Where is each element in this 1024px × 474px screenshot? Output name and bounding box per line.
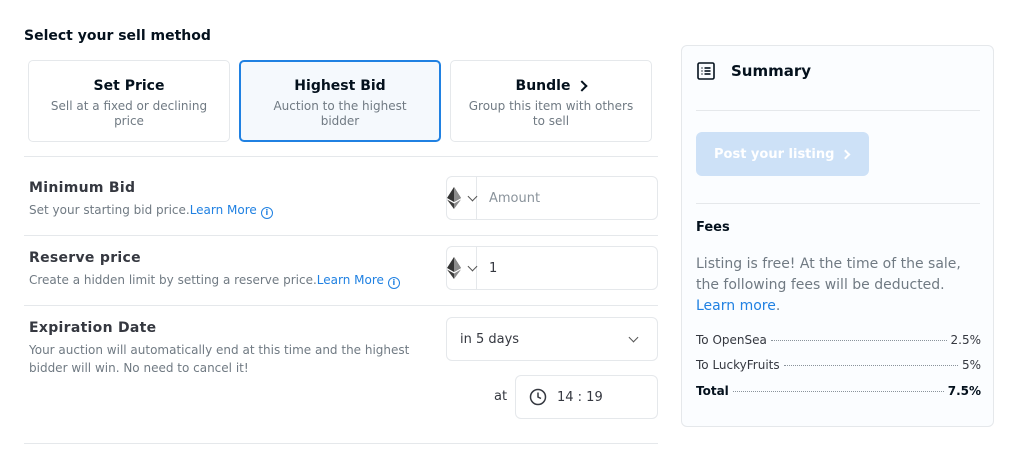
summary-panel: Summary Post your listing Fees Listing i…: [681, 45, 994, 427]
reserve-price-amount-input[interactable]: [477, 247, 659, 289]
post-listing-button[interactable]: Post your listing: [696, 132, 869, 176]
fees-description: Listing is free! At the time of the sale…: [696, 256, 961, 314]
sell-method-options: Set Price Sell at a fixed or declining p…: [28, 60, 652, 142]
minimum-bid-learn-more-link[interactable]: Learn More: [190, 203, 257, 217]
fees-title: Fees: [696, 220, 730, 235]
expiration-selected-value: in 5 days: [460, 331, 520, 347]
minimum-bid-desc: Set your starting bid price.Learn More i: [29, 201, 273, 219]
reserve-price-title: Reserve price: [29, 250, 141, 266]
fee-label: Total: [696, 384, 729, 398]
set-price-title: Set Price: [93, 78, 165, 94]
bundle-title: Bundle: [515, 78, 571, 94]
chevron-right-icon: [576, 80, 589, 92]
minimum-bid-input-group: [446, 176, 659, 220]
divider: [24, 443, 658, 444]
chevron-right-icon: [840, 149, 851, 159]
minimum-bid-amount-input[interactable]: [477, 177, 659, 219]
method-title: Highest Bid: [294, 78, 385, 94]
info-icon[interactable]: i: [260, 207, 273, 219]
reserve-price-learn-more-link[interactable]: Learn More: [317, 273, 384, 287]
list-icon: [697, 62, 715, 80]
expiration-time-input[interactable]: 14 : 19: [515, 375, 658, 419]
method-title: Set Price: [94, 78, 165, 94]
ethereum-icon: [447, 257, 461, 279]
currency-select[interactable]: [447, 247, 478, 289]
post-listing-label: Post your listing: [714, 146, 835, 162]
divider: [24, 235, 658, 236]
expiration-time-value: 14 : 19: [557, 389, 603, 405]
method-desc: Group this item with others to sell: [468, 99, 634, 128]
method-desc: Auction to the highest bidder: [273, 99, 407, 128]
at-label: at: [494, 389, 508, 404]
divider: [696, 110, 980, 111]
reserve-price-desc: Create a hidden limit by setting a reser…: [29, 271, 400, 289]
fee-value: 7.5%: [947, 384, 981, 398]
dotted-leader: [732, 391, 944, 392]
minimum-bid-title: Minimum Bid: [29, 180, 136, 196]
method-title: Bundle: [515, 78, 589, 94]
fee-label: To OpenSea: [696, 333, 767, 347]
method-desc: Sell at a fixed or declining price: [50, 99, 208, 128]
sell-method-heading: Select your sell method: [24, 28, 211, 44]
dotted-leader: [770, 340, 947, 341]
set-price-option[interactable]: Set Price Sell at a fixed or declining p…: [28, 60, 230, 142]
dotted-leader: [783, 365, 958, 366]
highest-bid-title: Highest Bid: [294, 78, 386, 94]
fee-label: To LuckyFruits: [696, 358, 780, 372]
expiration-date-title: Expiration Date: [29, 320, 157, 336]
summary-header: Summary: [697, 62, 811, 80]
currency-select[interactable]: [447, 177, 478, 219]
divider: [24, 305, 658, 306]
fee-row-total: Total 7.5%: [696, 384, 981, 398]
fees-learn-more-link[interactable]: Learn more: [696, 298, 776, 314]
fee-row-luckyfruits: To LuckyFruits 5%: [696, 358, 981, 372]
minimum-bid-desc-text: Set your starting bid price.: [29, 203, 190, 217]
expiration-date-desc: Your auction will automatically end at t…: [29, 343, 410, 375]
info-icon[interactable]: i: [387, 277, 400, 289]
divider: [24, 156, 658, 157]
fee-row-opensea: To OpenSea 2.5%: [696, 333, 981, 347]
divider: [696, 203, 980, 204]
clock-icon: [529, 388, 547, 406]
reserve-price-desc-text: Create a hidden limit by setting a reser…: [29, 273, 317, 287]
chevron-down-icon: [628, 332, 639, 342]
bundle-option[interactable]: Bundle Group this item with others to se…: [450, 60, 652, 142]
highest-bid-option[interactable]: Highest Bid Auction to the highest bidde…: [239, 60, 441, 142]
fees-text: Listing is free! At the time of the sale…: [696, 256, 961, 293]
expiration-duration-select[interactable]: in 5 days: [446, 317, 658, 361]
ethereum-icon: [447, 187, 461, 209]
chevron-down-icon: [467, 191, 478, 201]
fee-value: 5%: [961, 358, 981, 372]
reserve-price-input-group: [446, 246, 659, 290]
fee-value: 2.5%: [950, 333, 982, 347]
chevron-down-icon: [467, 261, 478, 271]
summary-title: Summary: [731, 62, 812, 80]
